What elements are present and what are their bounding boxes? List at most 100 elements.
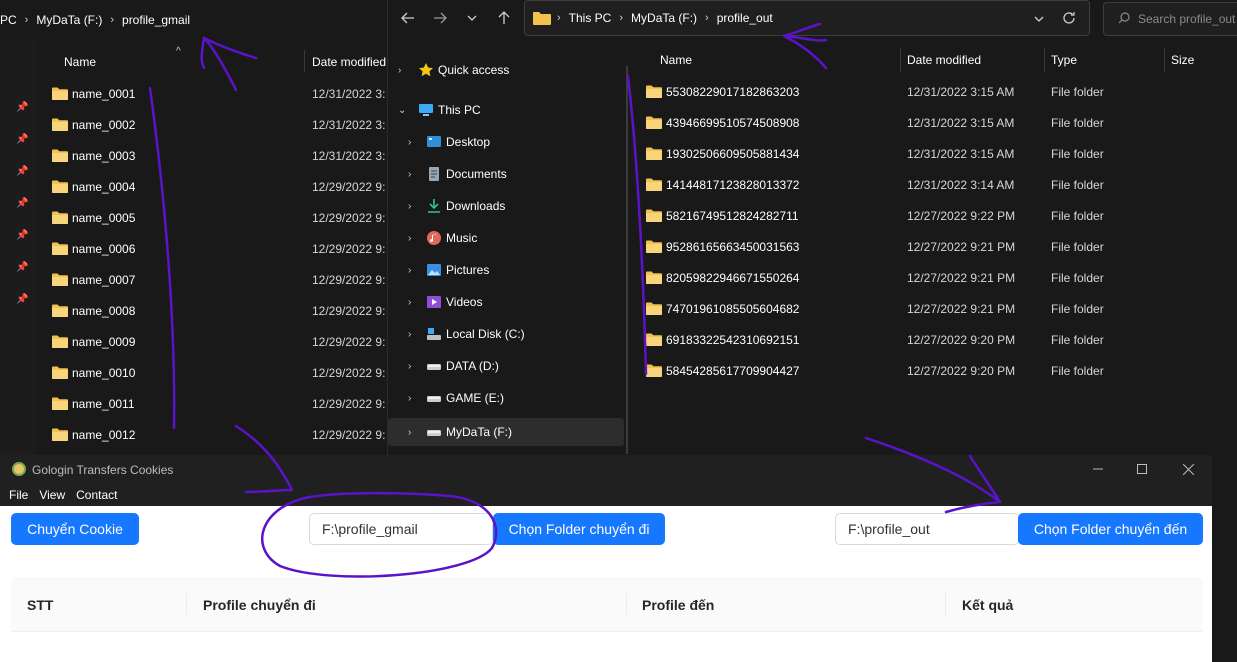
file-list-row[interactable]: name_0008 12/29/2022 9:19 PM xyxy=(36,295,390,326)
chevron-down-icon[interactable]: ⌄ xyxy=(398,105,406,116)
pin-icon[interactable]: 📌 xyxy=(16,262,28,273)
right-explorer-window: › This PC › MyDaTa (F:) › profile_out Se… xyxy=(387,0,1237,455)
column-divider[interactable] xyxy=(1164,48,1165,72)
column-date-modified[interactable]: Date modified xyxy=(907,53,981,67)
file-list-row[interactable]: name_0012 12/29/2022 9:18 PM xyxy=(36,419,390,450)
breadcrumb-item[interactable]: This PC xyxy=(569,11,612,25)
file-list-row[interactable]: 14144817123828013372 12/31/2022 3:14 AM Fi… xyxy=(638,169,1237,200)
file-list-row[interactable]: 19302506609505881434 12/31/2022 3:15 AM Fi… xyxy=(638,138,1237,169)
navigation-pane-scrollbar[interactable] xyxy=(626,66,628,454)
file-list-row[interactable]: name_0001 12/31/2022 3:15 AM xyxy=(36,78,390,109)
chevron-right-icon[interactable]: › xyxy=(408,329,411,340)
nav-tree-label: Documents xyxy=(446,167,507,181)
choose-source-folder-button[interactable]: Chọn Folder chuyển đi xyxy=(493,513,665,545)
nav-tree-item[interactable]: › Local Disk (C:) xyxy=(388,320,624,348)
column-name[interactable]: Name xyxy=(660,53,692,67)
file-list-row[interactable]: name_0006 12/29/2022 9:19 PM xyxy=(36,233,390,264)
column-date-modified[interactable]: Date modified xyxy=(312,55,386,69)
file-list-row[interactable]: 82059822946671550264 12/27/2022 9:21 PM Fi… xyxy=(638,262,1237,293)
choose-destination-folder-button[interactable]: Chọn Folder chuyển đến xyxy=(1018,513,1203,545)
chevron-right-icon[interactable]: › xyxy=(408,233,411,244)
chevron-right-icon[interactable]: › xyxy=(408,201,411,212)
app-title-bar: Gologin Transfers Cookies xyxy=(0,455,1212,484)
forward-arrow-icon[interactable] xyxy=(428,6,452,30)
file-list-row[interactable]: name_0003 12/31/2022 3:15 AM xyxy=(36,140,390,171)
column-divider[interactable] xyxy=(900,48,901,72)
folder-icon xyxy=(646,147,662,163)
refresh-icon[interactable] xyxy=(1061,10,1077,29)
file-list-row[interactable]: 58454285617709904427 12/27/2022 9:20 PM Fi… xyxy=(638,355,1237,386)
file-list-row[interactable]: 43946699510574508908 12/31/2022 3:15 AM Fi… xyxy=(638,107,1237,138)
breadcrumb-item[interactable]: MyDaTa (F:) xyxy=(631,11,697,25)
nav-tree-item[interactable]: ⌄ This PC xyxy=(388,96,624,124)
file-list-row[interactable]: 74701961085505604682 12/27/2022 9:21 PM Fi… xyxy=(638,293,1237,324)
left-breadcrumb[interactable]: PC › MyDaTa (F:) › profile_gmail xyxy=(0,4,385,36)
column-profile-destination: Profile đến xyxy=(642,597,715,613)
breadcrumb-item[interactable]: MyDaTa (F:) xyxy=(36,13,102,27)
back-arrow-icon[interactable] xyxy=(396,6,420,30)
convert-cookie-button[interactable]: Chuyển Cookie xyxy=(11,513,139,545)
chevron-right-icon[interactable]: › xyxy=(408,265,411,276)
folder-name: 74701961085505604682 xyxy=(666,302,800,316)
recent-locations-chevron-icon[interactable] xyxy=(460,6,484,30)
file-list-row[interactable]: 95286165663450031563 12/27/2022 9:21 PM Fi… xyxy=(638,231,1237,262)
item-type: File folder xyxy=(1051,333,1104,347)
column-type[interactable]: Type xyxy=(1051,53,1077,67)
pin-icon[interactable]: 📌 xyxy=(16,102,28,113)
destination-folder-input[interactable]: F:\profile_out xyxy=(835,513,1019,545)
breadcrumb-item[interactable]: PC xyxy=(0,13,17,27)
source-folder-input[interactable]: F:\profile_gmail xyxy=(309,513,493,545)
chevron-right-icon[interactable]: › xyxy=(408,361,411,372)
nav-tree-item[interactable]: › Pictures xyxy=(388,256,624,284)
chevron-right-icon[interactable]: › xyxy=(408,137,411,148)
nav-tree-item[interactable]: › Videos xyxy=(388,288,624,316)
address-dropdown-icon[interactable] xyxy=(1033,13,1045,28)
column-name[interactable]: Name xyxy=(64,55,96,69)
menu-contact[interactable]: Contact xyxy=(76,488,117,502)
chevron-right-icon[interactable]: › xyxy=(408,393,411,404)
menu-file[interactable]: File xyxy=(9,488,28,502)
minimize-icon[interactable] xyxy=(1088,461,1108,477)
column-stt: STT xyxy=(27,597,54,613)
nav-tree-item[interactable]: › Documents xyxy=(388,160,624,188)
chevron-right-icon[interactable]: › xyxy=(408,427,411,438)
nav-tree-item[interactable]: › Music xyxy=(388,224,624,252)
maximize-icon[interactable] xyxy=(1132,461,1152,477)
column-divider[interactable] xyxy=(304,50,305,72)
pin-icon[interactable]: 📌 xyxy=(16,166,28,177)
breadcrumb-item[interactable]: profile_out xyxy=(717,11,773,25)
right-address-bar[interactable]: › This PC › MyDaTa (F:) › profile_out xyxy=(524,0,1090,36)
search-box[interactable]: Search profile_out xyxy=(1103,2,1237,36)
column-divider[interactable] xyxy=(1044,48,1045,72)
nav-tree-item[interactable]: › MyDaTa (F:) xyxy=(388,418,624,446)
pin-icon[interactable]: 📌 xyxy=(16,230,28,241)
nav-tree-item[interactable]: › GAME (E:) xyxy=(388,384,624,412)
breadcrumb-item[interactable]: profile_gmail xyxy=(122,13,190,27)
file-list-row[interactable]: 58216749512824282711 12/27/2022 9:22 PM Fi… xyxy=(638,200,1237,231)
videos-icon xyxy=(426,294,442,310)
file-list-row[interactable]: name_0002 12/31/2022 3:15 AM xyxy=(36,109,390,140)
nav-tree-item[interactable]: › Desktop xyxy=(388,128,624,156)
file-list-row[interactable]: name_0009 12/29/2022 9:18 PM xyxy=(36,326,390,357)
file-list-row[interactable]: name_0007 12/29/2022 9:19 PM xyxy=(36,264,390,295)
chevron-right-icon[interactable]: › xyxy=(408,169,411,180)
file-list-row[interactable]: name_0005 12/29/2022 9:20 PM xyxy=(36,202,390,233)
file-list-row[interactable]: name_0004 12/29/2022 9:22 PM xyxy=(36,171,390,202)
close-icon[interactable] xyxy=(1178,461,1198,477)
menu-view[interactable]: View xyxy=(39,488,65,502)
folder-name: name_0011 xyxy=(72,397,135,411)
chevron-right-icon[interactable]: › xyxy=(408,297,411,308)
file-list-row[interactable]: name_0011 12/29/2022 9:18 PM xyxy=(36,388,390,419)
nav-tree-item[interactable]: › DATA (D:) xyxy=(388,352,624,380)
nav-tree-item[interactable]: › Downloads xyxy=(388,192,624,220)
nav-tree-item[interactable]: › Quick access xyxy=(388,56,624,84)
column-size[interactable]: Size xyxy=(1171,53,1194,67)
pin-icon[interactable]: 📌 xyxy=(16,294,28,305)
file-list-row[interactable]: 55308229017182863203 12/31/2022 3:15 AM Fi… xyxy=(638,76,1237,107)
pin-icon[interactable]: 📌 xyxy=(16,134,28,145)
file-list-row[interactable]: 69183322542310692151 12/27/2022 9:20 PM Fi… xyxy=(638,324,1237,355)
up-arrow-icon[interactable] xyxy=(492,6,516,30)
pin-icon[interactable]: 📌 xyxy=(16,198,28,209)
file-list-row[interactable]: name_0010 12/29/2022 9:18 PM xyxy=(36,357,390,388)
chevron-right-icon[interactable]: › xyxy=(398,65,401,76)
